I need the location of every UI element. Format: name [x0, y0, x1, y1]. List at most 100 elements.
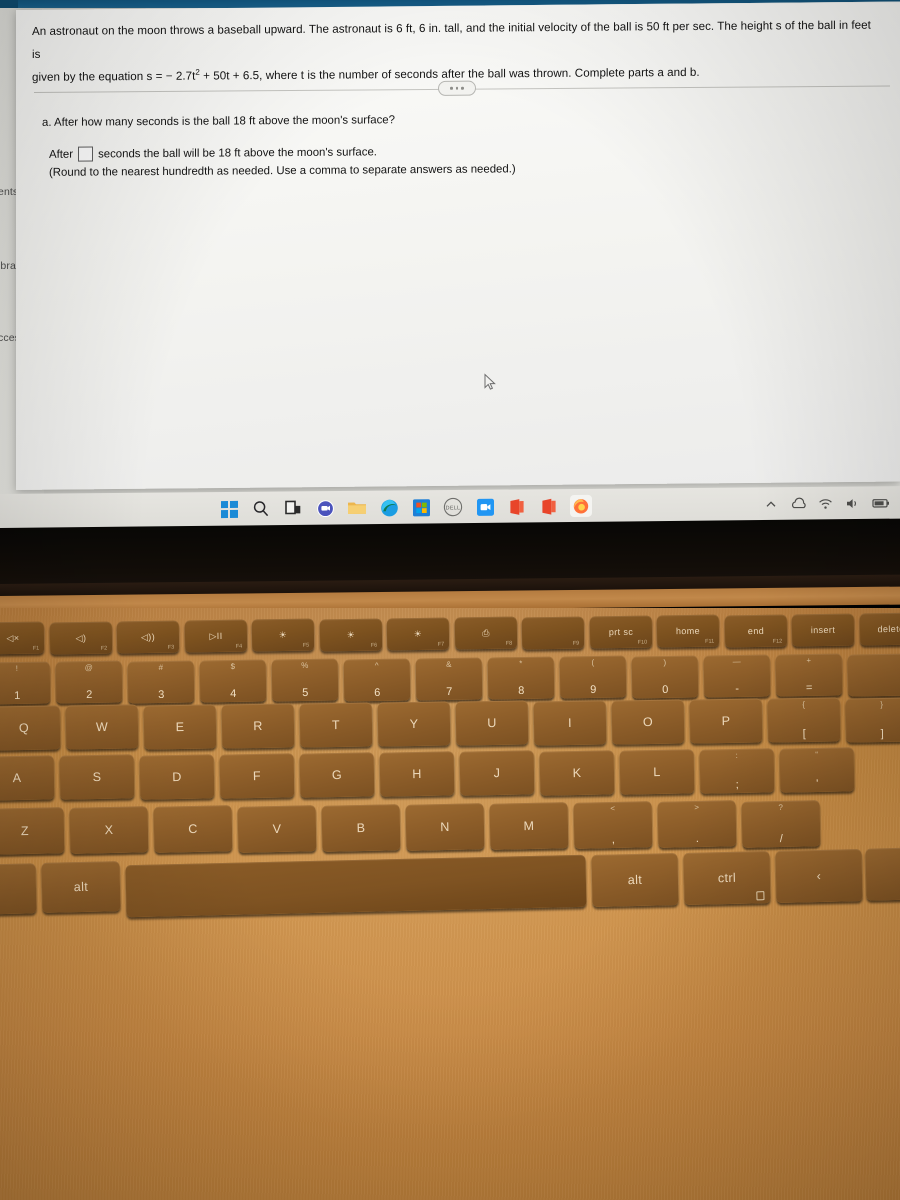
answer-prefix-label: After: [49, 148, 74, 161]
key-key[interactable]: + =: [775, 653, 843, 697]
key-2[interactable]: @2: [55, 660, 123, 704]
key-5[interactable]: % 5: [271, 658, 339, 702]
key-label: alt: [627, 872, 643, 888]
key-fn-f12[interactable]: end F12: [724, 614, 787, 648]
key-u[interactable]: U: [455, 700, 529, 747]
key-b[interactable]: B: [321, 803, 401, 852]
key-q[interactable]: Q: [0, 705, 61, 751]
key-arrow-left[interactable]: ‹: [775, 849, 863, 903]
key-j[interactable]: J: [459, 750, 535, 797]
key-fn-f4[interactable]: ▷II F4: [184, 619, 247, 653]
key-0[interactable]: ) 0: [631, 655, 699, 699]
key-fn-f9[interactable]: F9: [521, 616, 585, 650]
key-fn-f10[interactable]: prt sc F10: [589, 615, 652, 649]
key-upper-label: !: [15, 664, 18, 674]
key-upper-label: :: [735, 750, 738, 761]
key-i[interactable]: I: [533, 700, 607, 746]
key-label: V: [272, 821, 282, 836]
key-fn-f5[interactable]: ☀ F5: [251, 619, 315, 652]
key-h[interactable]: H: [379, 751, 455, 797]
key-punct-quote[interactable]: “': [779, 747, 855, 793]
key-alt-right[interactable]: alt: [591, 853, 679, 907]
key-7[interactable]: & 7: [415, 657, 483, 701]
key-fn-insert[interactable]: insert: [791, 613, 855, 647]
key-fn-f11[interactable]: home F11: [656, 614, 720, 648]
key-comma[interactable]: <,: [573, 801, 653, 850]
key-x[interactable]: X: [69, 806, 149, 855]
search-icon[interactable]: [250, 498, 272, 520]
teams-icon[interactable]: [314, 497, 336, 519]
ellipsis-icon[interactable]: [438, 80, 476, 96]
key-s[interactable]: S: [59, 754, 135, 801]
key-f[interactable]: F: [219, 753, 295, 799]
key-d[interactable]: D: [139, 753, 215, 800]
key-punct-key[interactable]: :;: [699, 748, 775, 794]
laptop-photo: ents ibrary ccess 1 An astronaut on the …: [0, 0, 900, 1200]
key-m[interactable]: M: [489, 802, 569, 850]
task-view-icon[interactable]: [282, 497, 304, 519]
office-word-icon[interactable]: [506, 495, 528, 517]
file-explorer-icon[interactable]: [346, 497, 368, 519]
key-a[interactable]: A: [0, 755, 55, 801]
key-fn-f6[interactable]: ☀ F6: [319, 618, 382, 652]
show-hidden-icons-chevron[interactable]: [764, 497, 778, 511]
key-bracket-key[interactable]: {[: [767, 697, 841, 743]
key-alt-left[interactable]: alt: [41, 861, 121, 913]
key-o[interactable]: O: [611, 699, 685, 745]
onedrive-cloud-icon[interactable]: [791, 497, 806, 511]
key-fn-f2[interactable]: ◁) F2: [49, 621, 112, 654]
key-fn-number: F9: [572, 640, 580, 647]
keyboard: ◁× F1 ◁) F2 ◁)) F3 ▷II F4 ☀ F5 ☀ F6 ☀ F7 ⎙ F8 F9 prt sc F1…: [0, 608, 900, 948]
key-p[interactable]: P: [689, 698, 763, 744]
key-9[interactable]: (9: [559, 655, 627, 699]
key-z[interactable]: Z: [0, 807, 65, 855]
firefox-icon[interactable]: [570, 494, 592, 518]
battery-icon[interactable]: [872, 496, 889, 510]
key-fn-f8[interactable]: ⎙ F8: [454, 617, 517, 650]
key-key[interactable]: — -: [703, 654, 771, 698]
key-e[interactable]: E: [143, 703, 217, 750]
key-ctrl[interactable]: ctrl: [683, 851, 771, 905]
key-fn-left[interactable]: [0, 863, 37, 915]
key-t[interactable]: T: [299, 702, 373, 748]
key-label: M: [523, 818, 535, 834]
wifi-icon[interactable]: [818, 497, 832, 511]
volume-icon[interactable]: [845, 497, 859, 511]
key-4[interactable]: $4: [199, 659, 267, 703]
key-w[interactable]: W: [65, 704, 139, 750]
key-g[interactable]: G: [299, 752, 375, 798]
key-fn-f1[interactable]: ◁× F1: [0, 621, 45, 655]
answer-input[interactable]: [78, 146, 94, 162]
key-3[interactable]: #3: [127, 660, 195, 704]
zoom-icon[interactable]: [474, 496, 496, 518]
key-v[interactable]: V: [237, 804, 317, 853]
key-fn-f7[interactable]: ☀ F7: [386, 617, 450, 651]
key-space[interactable]: [125, 854, 587, 918]
key-y[interactable]: Y: [377, 701, 451, 747]
microsoft-store-icon[interactable]: [410, 496, 432, 518]
key-l[interactable]: L: [619, 749, 695, 795]
key-period[interactable]: >.: [657, 800, 737, 849]
dell-icon[interactable]: DELL: [442, 496, 464, 518]
key-n[interactable]: N: [405, 803, 485, 851]
key-arrow-group-right[interactable]: [865, 847, 900, 901]
key-fn-delete[interactable]: delete: [859, 612, 900, 646]
key-slash[interactable]: ? /: [741, 799, 821, 848]
key-fn-f3[interactable]: ◁)) F3: [116, 620, 180, 654]
key-label: E: [175, 719, 185, 734]
key-r[interactable]: R: [221, 703, 295, 749]
key-upper-label: ): [663, 657, 667, 667]
key-1[interactable]: ! 1: [0, 661, 51, 705]
key-c[interactable]: C: [153, 805, 233, 854]
key-8[interactable]: * 8: [487, 656, 555, 700]
windows-start-icon[interactable]: [218, 498, 240, 520]
taskbar-icon-group: DELL: [218, 494, 592, 520]
key-lower-label: ': [816, 778, 819, 791]
microsoft-edge-icon[interactable]: [378, 497, 400, 519]
office-second-icon[interactable]: [538, 495, 560, 517]
key-lower-label: ;: [735, 778, 739, 792]
key-bracket-key[interactable]: }]: [845, 696, 900, 743]
key-backspace[interactable]: [847, 652, 900, 697]
key-k[interactable]: K: [539, 749, 615, 796]
key-6[interactable]: ^ 6: [343, 658, 411, 702]
